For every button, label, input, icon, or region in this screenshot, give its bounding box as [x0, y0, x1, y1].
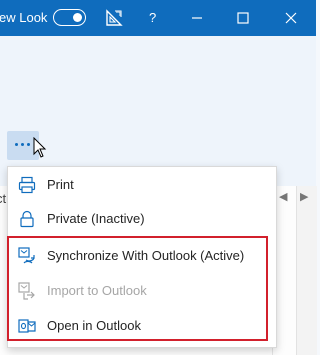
title-bar: ew Look ? [0, 0, 316, 36]
menu-item-import-outlook[interactable]: Import to Outlook [8, 274, 276, 308]
more-horizontal-icon [15, 143, 30, 146]
maximize-icon[interactable] [233, 8, 253, 28]
mouse-cursor-icon [33, 137, 47, 158]
minimize-icon[interactable] [187, 8, 207, 28]
menu-item-label: Open in Outlook [47, 318, 141, 333]
chevron-left-icon[interactable]: ◀ [279, 190, 287, 203]
close-icon[interactable] [281, 8, 301, 28]
menu-item-print[interactable]: Print [8, 168, 276, 202]
help-button[interactable]: ? [149, 9, 156, 26]
toolbar-area [0, 36, 316, 186]
menu-item-private[interactable]: Private (Inactive) [8, 202, 276, 236]
menu-item-open-outlook[interactable]: Open in Outlook [8, 309, 276, 343]
menu-item-synchronize-outlook[interactable]: Synchronize With Outlook (Active) [8, 239, 276, 273]
menu-item-label: Private (Inactive) [47, 211, 145, 226]
partial-label: ct [0, 191, 7, 206]
lock-icon [20, 210, 34, 228]
outlook-icon [18, 319, 36, 333]
ruler-icon[interactable] [104, 8, 124, 28]
scrollbar[interactable] [296, 186, 317, 355]
toggle-knob [73, 12, 82, 22]
new-look-label: ew Look [0, 10, 48, 25]
print-icon [18, 176, 36, 194]
import-outlook-icon [18, 282, 35, 300]
new-look-toggle[interactable] [53, 9, 86, 26]
menu-item-label: Synchronize With Outlook (Active) [47, 248, 245, 263]
chevron-right-icon[interactable]: ▶ [300, 190, 308, 203]
more-options-menu: Print Private (Inactive) Synchronize Wit… [7, 166, 277, 348]
sync-outlook-icon [18, 247, 35, 264]
menu-item-label: Import to Outlook [47, 283, 147, 298]
menu-item-label: Print [47, 177, 74, 192]
